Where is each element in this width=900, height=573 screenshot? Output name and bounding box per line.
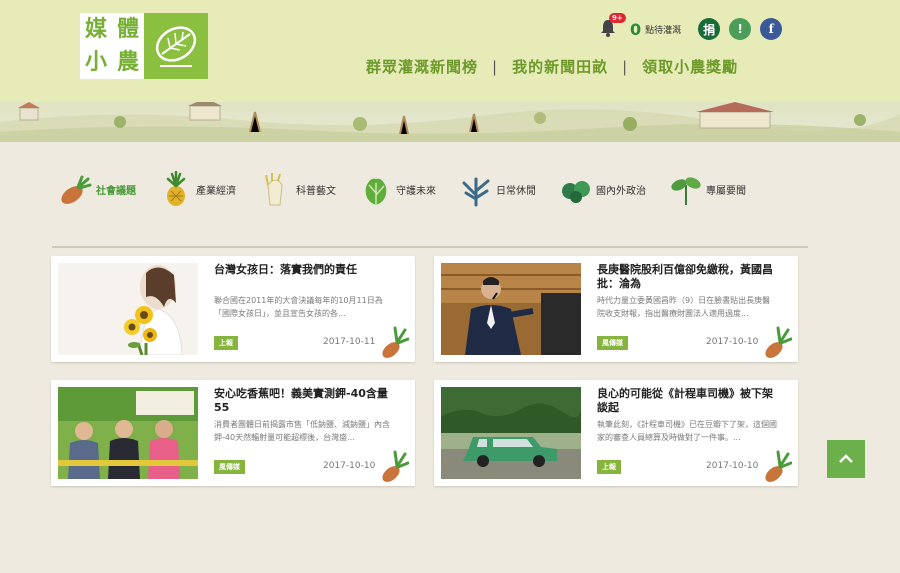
category-label: 國內外政治 [596,185,646,197]
back-to-top-button[interactable] [827,440,865,478]
article-date: 2017-10-10 [706,461,759,471]
category-label: 科普藝文 [296,185,336,197]
article-date: 2017-10-10 [323,461,376,471]
notification-badge: 9+ [609,13,626,23]
notification-bell-icon[interactable]: 9+ [600,13,626,39]
nav-separator: | [622,57,629,76]
category-science-art[interactable]: 科普藝文 [258,166,336,212]
site-logo[interactable]: 媒 體 小 農 [80,13,208,79]
cabbage-icon [365,178,387,205]
sweet-potato-icon [765,450,792,482]
pineapple-icon [166,171,186,206]
herb-icon [462,177,490,207]
article-title[interactable]: 長庚醫院股利百億卻免繳稅，黃國昌批：淪為 [597,263,777,291]
donate-button[interactable]: 捐 [698,18,721,40]
category-label: 社會議題 [96,185,136,197]
main-nav: 群眾灌溉新聞榜 | 我的新聞田畝 | 領取小農獎勵 [366,56,738,77]
article-date: 2017-10-11 [323,337,376,347]
bamboo-shoot-icon [265,173,283,206]
article-card[interactable]: 長庚醫院股利百億卻免繳稅，黃國昌批：淪為 時代力量立委黃國昌昨（9）日在臉書貼出… [434,256,798,362]
sweet-potato-icon [382,450,409,482]
logo-char: 農 [116,49,139,75]
nav-claim-rewards[interactable]: 領取小農獎勵 [642,56,738,77]
green-taxi-icon [441,387,581,479]
category-politics[interactable]: 國內外政治 [558,166,646,212]
sweet-potato-icon [765,326,792,358]
category-future[interactable]: 守護未來 [358,166,436,212]
header-actions: 9+ 0 點待灌溉 捐 ! f [600,13,783,43]
article-excerpt: 消費者團體日前揭露市售「低鈉鹽、減鈉鹽」內含鉀-40天然輻射量可能超標後，台灣盛… [214,420,390,442]
category-leisure[interactable]: 日常休閒 [458,166,536,212]
source-badge: 上報 [597,460,621,474]
press-conference-icon [58,387,198,479]
article-card[interactable]: 台灣女孩日：落實我們的責任 聯合國在2011年的大會決議每年的10月11日為「國… [51,256,415,362]
nav-my-news-field[interactable]: 我的新聞田畝 [512,56,608,77]
article-card[interactable]: 良心的可能從《計程車司機》被下架談起 執筆此刻，《計程車司機》已在豆瓣下了架，這… [434,380,798,486]
girl-with-sunflowers-icon [58,263,198,355]
category-nav: 社會議題 產業經濟 科普藝文 守護未來 日常休閒 國內外政治 專屬要聞 [58,166,810,212]
nav-separator: | [492,57,499,76]
category-label: 專屬要聞 [706,185,746,197]
sweet-potato-icon [382,326,409,358]
logo-char: 媒 [84,16,107,42]
nav-crowd-ranking[interactable]: 群眾灌溉新聞榜 [366,56,478,77]
category-label: 產業經濟 [196,185,236,197]
article-excerpt: 時代力量立委黃國昌昨（9）日在臉書貼出長庚醫院收支財報，指出醫療財團法人適用過度… [597,296,771,318]
divider [52,246,808,248]
article-excerpt: 聯合國在2011年的大會決議每年的10月11日為「國際女孩日」，並且宣告女孩的各… [214,296,383,318]
category-social[interactable]: 社會議題 [58,166,136,212]
points-value: 0 [630,19,642,39]
farmland-illustration [0,102,900,142]
speaker-at-podium-icon [441,263,581,355]
site-header: 媒 體 小 農 9+ 0 點待灌溉 捐 ! f 群眾灌溉新聞榜 | 我的新聞田畝… [0,0,900,102]
vegetable-icon [562,181,590,203]
sprout-icon [671,177,701,205]
article-date: 2017-10-10 [706,337,759,347]
source-badge: 風傳媒 [597,336,628,350]
category-featured[interactable]: 專屬要聞 [668,166,746,212]
source-badge: 上報 [214,336,238,350]
article-card[interactable]: 安心吃香蕉吧！義美實測鉀-40含量 55 消費者團體日前揭露市售「低鈉鹽、減鈉鹽… [51,380,415,486]
article-title[interactable]: 台灣女孩日：落實我們的責任 [214,263,394,277]
leaf-icon [144,13,208,79]
category-label: 日常休閒 [496,185,536,197]
facebook-icon[interactable]: f [760,18,783,40]
category-economy[interactable]: 產業經濟 [158,166,236,212]
info-button[interactable]: ! [729,18,752,40]
chevron-up-icon [839,454,853,463]
points-label: 點待灌溉 [645,25,682,36]
article-title[interactable]: 良心的可能從《計程車司機》被下架談起 [597,387,777,415]
article-excerpt: 執筆此刻，《計程車司機》已在豆瓣下了架，這個國家的審查人員總算及時做對了一件事。… [597,420,777,442]
logo-char: 體 [116,16,139,42]
logo-char: 小 [84,49,107,75]
logo-wordmark: 媒 體 小 農 [80,13,144,79]
sweet-potato-icon [61,175,92,204]
category-label: 守護未來 [396,185,436,197]
article-title[interactable]: 安心吃香蕉吧！義美實測鉀-40含量 55 [214,387,394,415]
source-badge: 風傳媒 [214,460,245,474]
